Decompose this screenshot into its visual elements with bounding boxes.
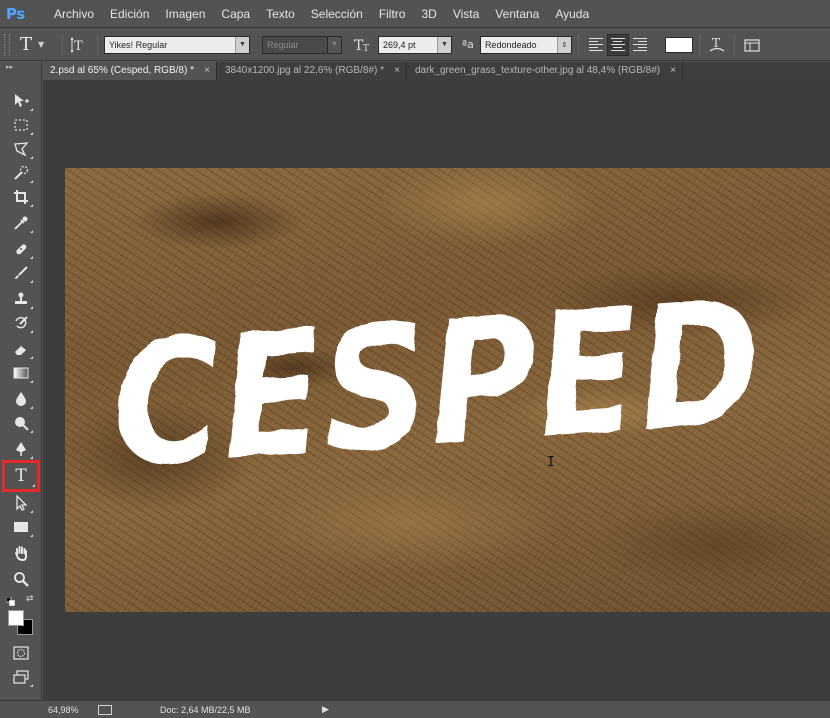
tab-3840x1200[interactable]: 3840x1200.jpg al 22,6% (RGB/8#) * ×: [217, 62, 407, 80]
hand-tool-icon[interactable]: [8, 542, 34, 564]
gradient-tool-icon[interactable]: [8, 362, 34, 384]
quick-mask-icon[interactable]: [8, 642, 34, 664]
quick-selection-tool-icon[interactable]: [8, 162, 34, 184]
cesped-text-layer[interactable]: CESPED: [65, 268, 830, 498]
divider: [698, 33, 700, 56]
history-brush-tool-icon[interactable]: [8, 312, 34, 334]
divider: [733, 33, 735, 56]
options-bar: T ▼ T Yikes! Regular ▼ Regular ▼ TT 269,…: [0, 29, 830, 61]
brush-tool-icon[interactable]: [8, 262, 34, 284]
antialias-select[interactable]: Redondeado ⇕: [479, 35, 572, 54]
menu-seleccion[interactable]: Selección: [303, 0, 371, 28]
move-tool-icon[interactable]: [8, 90, 34, 112]
status-bar: 64,98% Doc: 2,64 MB/22,5 MB ▶: [0, 700, 830, 718]
blur-tool-icon[interactable]: [8, 388, 34, 410]
cesped-text: CESPED: [106, 268, 768, 498]
canvas-workspace[interactable]: CESPED I: [43, 80, 830, 700]
font-family-select[interactable]: Yikes! Regular ▼: [104, 35, 250, 54]
doc-size-info: Doc: 2,64 MB/22,5 MB: [160, 704, 251, 715]
close-icon[interactable]: ×: [204, 62, 210, 80]
foreground-color-swatch[interactable]: [8, 610, 24, 626]
font-size-icon: TT: [352, 34, 374, 56]
toolbox: ▸▸ T ⇄: [0, 62, 42, 700]
rectangle-tool-icon[interactable]: [8, 516, 34, 538]
menu-edicion[interactable]: Edición: [102, 0, 157, 28]
svg-text:T: T: [363, 44, 369, 53]
antialias-icon: ªa: [462, 38, 474, 51]
close-icon[interactable]: ×: [670, 62, 676, 80]
zoom-tool-icon[interactable]: [8, 568, 34, 590]
warp-text-icon[interactable]: T: [706, 34, 728, 56]
chevron-down-icon: ▼: [437, 36, 451, 53]
chevron-down-icon: ▼: [327, 36, 341, 53]
zoom-level[interactable]: 64,98%: [48, 705, 92, 715]
tab-2-psd[interactable]: 2.psd al 65% (Cesped, RGB/8) * ×: [42, 62, 217, 80]
font-size-field[interactable]: 269,4 pt ▼: [378, 35, 452, 54]
menu-ventana[interactable]: Ventana: [487, 0, 547, 28]
font-size-value: 269,4 pt: [383, 39, 416, 50]
healing-brush-tool-icon[interactable]: [8, 238, 34, 260]
tab-label: 3840x1200.jpg al 22,6% (RGB/8#) *: [224, 65, 384, 76]
align-right-button[interactable]: [629, 34, 651, 56]
chevron-down-icon: ▼: [38, 40, 45, 49]
align-left-button[interactable]: [585, 34, 607, 56]
type-tool-icon: T: [15, 466, 27, 486]
tab-label: dark_green_grass_texture-other.jpg al 48…: [414, 65, 661, 76]
path-selection-tool-icon[interactable]: [8, 492, 34, 514]
swap-colors-icon[interactable]: ⇄: [26, 594, 34, 604]
font-style-value: Regular: [267, 39, 299, 50]
play-arrow-icon[interactable]: ▶: [322, 704, 329, 715]
eraser-tool-icon[interactable]: [8, 338, 34, 360]
menu-filtro[interactable]: Filtro: [371, 0, 414, 28]
tool-preset-picker[interactable]: T ▼: [16, 33, 56, 57]
text-orientation-icon[interactable]: T: [69, 34, 91, 56]
default-colors-icon[interactable]: [6, 597, 15, 606]
app-logo: Ps: [6, 4, 25, 23]
font-style-select[interactable]: Regular ▼: [262, 35, 342, 54]
photoshop-window: Ps Archivo Edición Imagen Capa Texto Sel…: [0, 0, 830, 718]
marquee-tool-icon[interactable]: [8, 114, 34, 136]
document-canvas[interactable]: CESPED: [65, 168, 830, 612]
tab-grass-texture[interactable]: dark_green_grass_texture-other.jpg al 48…: [407, 62, 684, 80]
tab-label: 2.psd al 65% (Cesped, RGB/8) *: [50, 65, 194, 76]
clone-stamp-tool-icon[interactable]: [8, 288, 34, 310]
options-grip[interactable]: [4, 33, 10, 56]
document-tab-bar: 2.psd al 65% (Cesped, RGB/8) * × 3840x12…: [42, 62, 830, 80]
divider: [577, 33, 579, 56]
horizontal-type-tool[interactable]: T: [2, 460, 40, 492]
menu-bar: Ps Archivo Edición Imagen Capa Texto Sel…: [0, 0, 830, 28]
chevron-down-icon: ▼: [235, 36, 249, 53]
dodge-tool-icon[interactable]: [8, 412, 34, 434]
screen-mode-icon[interactable]: [8, 666, 34, 688]
menu-texto[interactable]: Texto: [258, 0, 303, 28]
font-family-value: Yikes! Regular: [109, 39, 168, 50]
menu-archivo[interactable]: Archivo: [46, 0, 102, 28]
align-center-button[interactable]: [606, 33, 629, 56]
divider: [62, 33, 63, 56]
close-icon[interactable]: ×: [394, 62, 400, 80]
menu-ayuda[interactable]: Ayuda: [547, 0, 597, 28]
menu-capa[interactable]: Capa: [213, 0, 258, 28]
eyedropper-tool-icon[interactable]: [8, 212, 34, 234]
type-tool-icon: T: [20, 34, 33, 55]
divider: [97, 33, 98, 56]
toolbox-collapse-icon[interactable]: ▸▸: [0, 62, 41, 72]
lasso-tool-icon[interactable]: [8, 138, 34, 160]
menu-imagen[interactable]: Imagen: [157, 0, 213, 28]
antialias-value: Redondeado: [484, 39, 537, 50]
text-color-swatch[interactable]: [664, 36, 693, 53]
pen-tool-icon[interactable]: [8, 438, 34, 460]
chevron-updown-icon: ⇕: [556, 36, 571, 53]
export-icon[interactable]: [98, 704, 112, 715]
menu-3d[interactable]: 3D: [413, 0, 444, 28]
crop-tool-icon[interactable]: [8, 186, 34, 208]
text-cursor-icon: I: [547, 455, 555, 470]
menu-vista[interactable]: Vista: [445, 0, 487, 28]
svg-text:T: T: [712, 36, 720, 50]
svg-text:T: T: [74, 39, 83, 53]
panels-toggle-icon[interactable]: [741, 34, 763, 56]
